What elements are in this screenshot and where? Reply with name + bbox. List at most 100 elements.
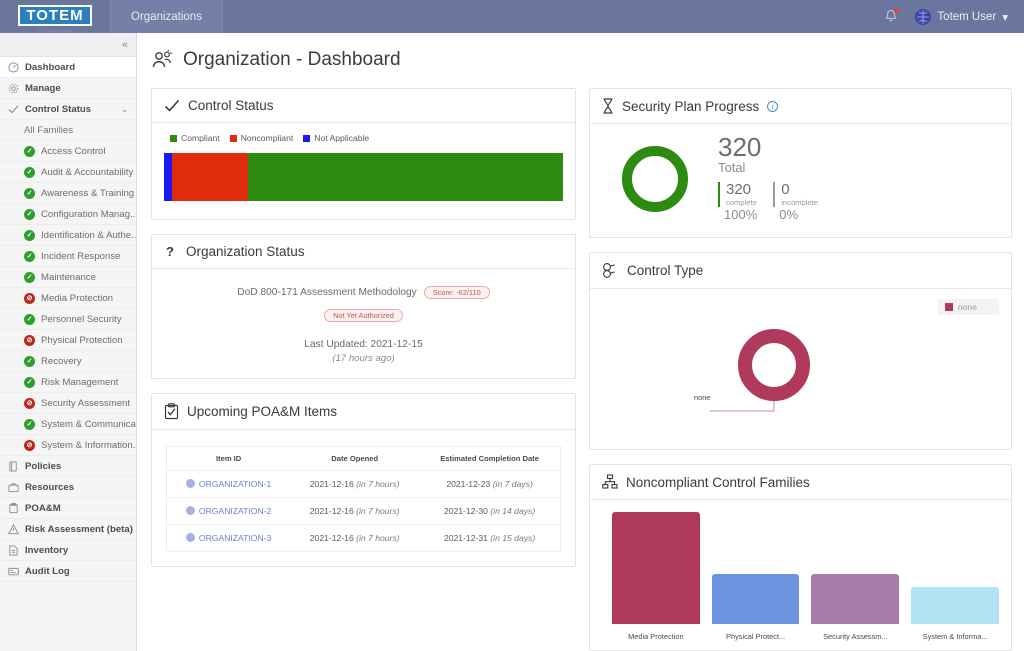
sidebar-item-maintenance[interactable]: ✓Maintenance [0, 267, 136, 288]
complete-percent: 100% [718, 207, 757, 223]
card-control-type: Control Type none none [589, 252, 1012, 450]
sidebar-item-security-assessment[interactable]: ⊘Security Assessment [0, 393, 136, 414]
sidebar-item-awareness-training[interactable]: ✓Awareness & Training [0, 183, 136, 204]
incomplete-value: 0 [781, 182, 818, 198]
sidebar-item-risk-assessment-beta[interactable]: Risk Assessment (beta) [0, 519, 136, 540]
control-status-legend: Compliant Noncompliant Not Applicable [170, 133, 575, 143]
sidebar-item-media-protection[interactable]: ⊘Media Protection [0, 288, 136, 309]
topbar-spacer [223, 0, 883, 33]
legend-item-compliant[interactable]: Compliant [170, 133, 220, 143]
sidebar-item-system-information[interactable]: ⊘System & Information... [0, 435, 136, 456]
sidebar-item-label: Physical Protection [41, 335, 123, 346]
authorization-row: Not Yet Authorized [164, 305, 563, 323]
poam-cell-opened: 2021-12-16 (in 7 hours) [290, 525, 419, 552]
question-icon: ? [164, 244, 178, 259]
topbar-right-group: Totem User ▾ [883, 0, 1024, 33]
incomplete-label: incomplete [781, 198, 818, 207]
sidebar-item-policies[interactable]: Policies [0, 456, 136, 477]
poam-item-link[interactable]: ORGANIZATION-3 [199, 533, 271, 543]
sidebar-item-label: Media Protection [41, 293, 113, 304]
bar-media-protection[interactable] [612, 512, 700, 624]
security-plan-stats: 320 Total 320 complete 100% [718, 134, 818, 223]
bar-physical-protect-[interactable] [712, 574, 800, 624]
status-ok-icon: ✓ [24, 314, 35, 325]
bar-system-informa-[interactable] [911, 587, 999, 624]
sidebar-collapse-button[interactable]: « [0, 33, 136, 57]
card-noncompliant-header: Noncompliant Control Families [590, 465, 1011, 500]
table-row: ORGANIZATION-22021-12-16 (in 7 hours)202… [167, 498, 561, 525]
card-security-plan-title: Security Plan Progress [622, 99, 759, 114]
card-noncompliant-title: Noncompliant Control Families [626, 475, 810, 490]
sidebar-item-all-families[interactable]: All Families [0, 120, 136, 141]
noncompliant-bars [602, 512, 999, 624]
sidebar-item-dashboard[interactable]: Dashboard [0, 57, 136, 78]
sidebar-item-resources[interactable]: Resources [0, 477, 136, 498]
card-noncompliant-families: Noncompliant Control Families Media Prot… [589, 464, 1012, 651]
sidebar-item-configuration-manag[interactable]: ✓Configuration Manag... [0, 204, 136, 225]
sidebar: « DashboardManageControl Status⌄All Fami… [0, 33, 137, 651]
sidebar-item-personnel-security[interactable]: ✓Personnel Security [0, 309, 136, 330]
incomplete-group: 0 incomplete 0% [773, 182, 818, 223]
sidebar-item-incident-response[interactable]: ✓Incident Response [0, 246, 136, 267]
sidebar-item-risk-management[interactable]: ✓Risk Management [0, 372, 136, 393]
sidebar-item-label: System & Communica... [41, 419, 136, 430]
bar-security-assessm-[interactable] [811, 574, 899, 624]
warning-icon [8, 524, 19, 535]
user-name: Totem User [937, 11, 996, 23]
cube-icon [186, 506, 195, 515]
user-menu[interactable]: Totem User ▾ [915, 9, 1008, 25]
top-bar: TOTEM TECHNOLOGIES Organizations Totem U… [0, 0, 1024, 33]
sidebar-item-label: Awareness & Training [41, 188, 134, 199]
org-chart-icon [602, 474, 618, 490]
sidebar-item-poa-m[interactable]: POA&M [0, 498, 136, 519]
legend-item-not-applicable[interactable]: Not Applicable [303, 133, 369, 143]
app-logo[interactable]: TOTEM TECHNOLOGIES [0, 0, 110, 33]
stack-segment-compliant[interactable] [248, 153, 563, 201]
legend-swatch [303, 135, 310, 142]
opened-relative: (in 7 hours) [356, 533, 399, 543]
tab-organizations[interactable]: Organizations [110, 0, 223, 33]
logo-text: TOTEM [26, 8, 83, 24]
sidebar-item-access-control[interactable]: ✓Access Control [0, 141, 136, 162]
info-icon[interactable]: i [767, 101, 778, 112]
stack-segment-noncompliant[interactable] [172, 153, 248, 201]
poam-column-header[interactable]: Item ID [167, 447, 291, 471]
card-poam-items: Upcoming POA&M Items Item IDDate OpenedE… [151, 393, 576, 567]
legend-label: Compliant [181, 133, 220, 143]
poam-column-header[interactable]: Date Opened [290, 447, 419, 471]
noncompliant-bar-labels: Media ProtectionPhysical Protect...Secur… [602, 632, 999, 641]
sidebar-item-physical-protection[interactable]: ⊘Physical Protection [0, 330, 136, 351]
card-control-type-header: Control Type [590, 253, 1011, 289]
opened-relative: (in 7 hours) [356, 506, 399, 516]
poam-item-link[interactable]: ORGANIZATION-1 [199, 479, 271, 489]
stack-segment-not-applicable[interactable] [164, 153, 172, 201]
svg-text:?: ? [166, 244, 174, 259]
card-control-type-body: none none [590, 289, 1011, 449]
sidebar-item-recovery[interactable]: ✓Recovery [0, 351, 136, 372]
legend-item-noncompliant[interactable]: Noncompliant [230, 133, 294, 143]
table-row: ORGANIZATION-32021-12-16 (in 7 hours)202… [167, 525, 561, 552]
sidebar-item-system-communica[interactable]: ✓ System & Communica... [0, 414, 136, 435]
sidebar-item-inventory[interactable]: Inventory [0, 540, 136, 561]
sidebar-item-control-status[interactable]: Control Status⌄ [0, 99, 136, 120]
total-value: 320 [718, 134, 818, 160]
sidebar-item-identification-authe[interactable]: ✓Identification & Authe... [0, 225, 136, 246]
poam-item-link[interactable]: ORGANIZATION-2 [199, 506, 271, 516]
sidebar-item-audit-log[interactable]: Audit Log [0, 561, 136, 582]
sidebar-item-manage[interactable]: Manage [0, 78, 136, 99]
sidebar-item-audit-accountability[interactable]: ✓Audit & Accountability [0, 162, 136, 183]
card-organization-status-body: DoD 800-171 Assessment Methodology Score… [152, 269, 575, 378]
status-ok-icon: ✓ [24, 272, 35, 283]
status-ok-icon: ✓ [24, 419, 35, 430]
card-poam-body: Item IDDate OpenedEstimated Completion D… [152, 430, 575, 566]
poam-column-header[interactable]: Estimated Completion Date [419, 447, 560, 471]
sidebar-item-label: Incident Response [41, 251, 120, 262]
chevron-down-icon: ▾ [1002, 10, 1008, 24]
control-type-legend[interactable]: none [938, 299, 999, 315]
status-ok-icon: ✓ [24, 230, 35, 241]
notifications-button[interactable] [883, 8, 899, 25]
score-badge: Score: -62/110 [424, 286, 490, 299]
last-updated-text: Last Updated: 2021-12-15 [164, 339, 563, 350]
bar-column [712, 512, 800, 624]
chevron-down-icon[interactable]: ⌄ [121, 105, 136, 114]
